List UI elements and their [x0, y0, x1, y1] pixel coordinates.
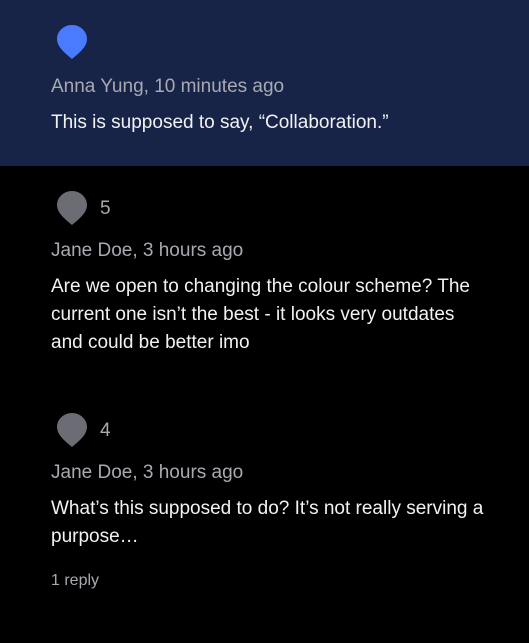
reply-count-link[interactable]: 1 reply [51, 572, 99, 590]
comment-text: What’s this supposed to do? It’s not rea… [51, 498, 484, 547]
comment-count: 5 [100, 198, 111, 219]
location-pin-icon[interactable] [56, 412, 88, 448]
comment-card[interactable]: 4 Jane Doe, 3 hours ago What’s this supp… [0, 388, 529, 643]
comment-text: This is supposed to say, “Collaboration.… [51, 112, 389, 133]
comment-text: Are we open to changing the colour schem… [51, 276, 470, 353]
comment-author-time: Jane Doe, 3 hours ago [51, 240, 244, 261]
comment-author-time: Anna Yung, 10 minutes ago [51, 76, 285, 97]
comment-card[interactable]: 5 Jane Doe, 3 hours ago Are we open to c… [0, 166, 529, 388]
comment-card-active[interactable]: Anna Yung, 10 minutes ago This is suppos… [0, 0, 529, 166]
comment-count: 4 [100, 420, 111, 441]
location-pin-icon[interactable] [56, 190, 88, 226]
location-pin-icon[interactable] [56, 24, 88, 60]
comment-author-time: Jane Doe, 3 hours ago [51, 462, 244, 483]
